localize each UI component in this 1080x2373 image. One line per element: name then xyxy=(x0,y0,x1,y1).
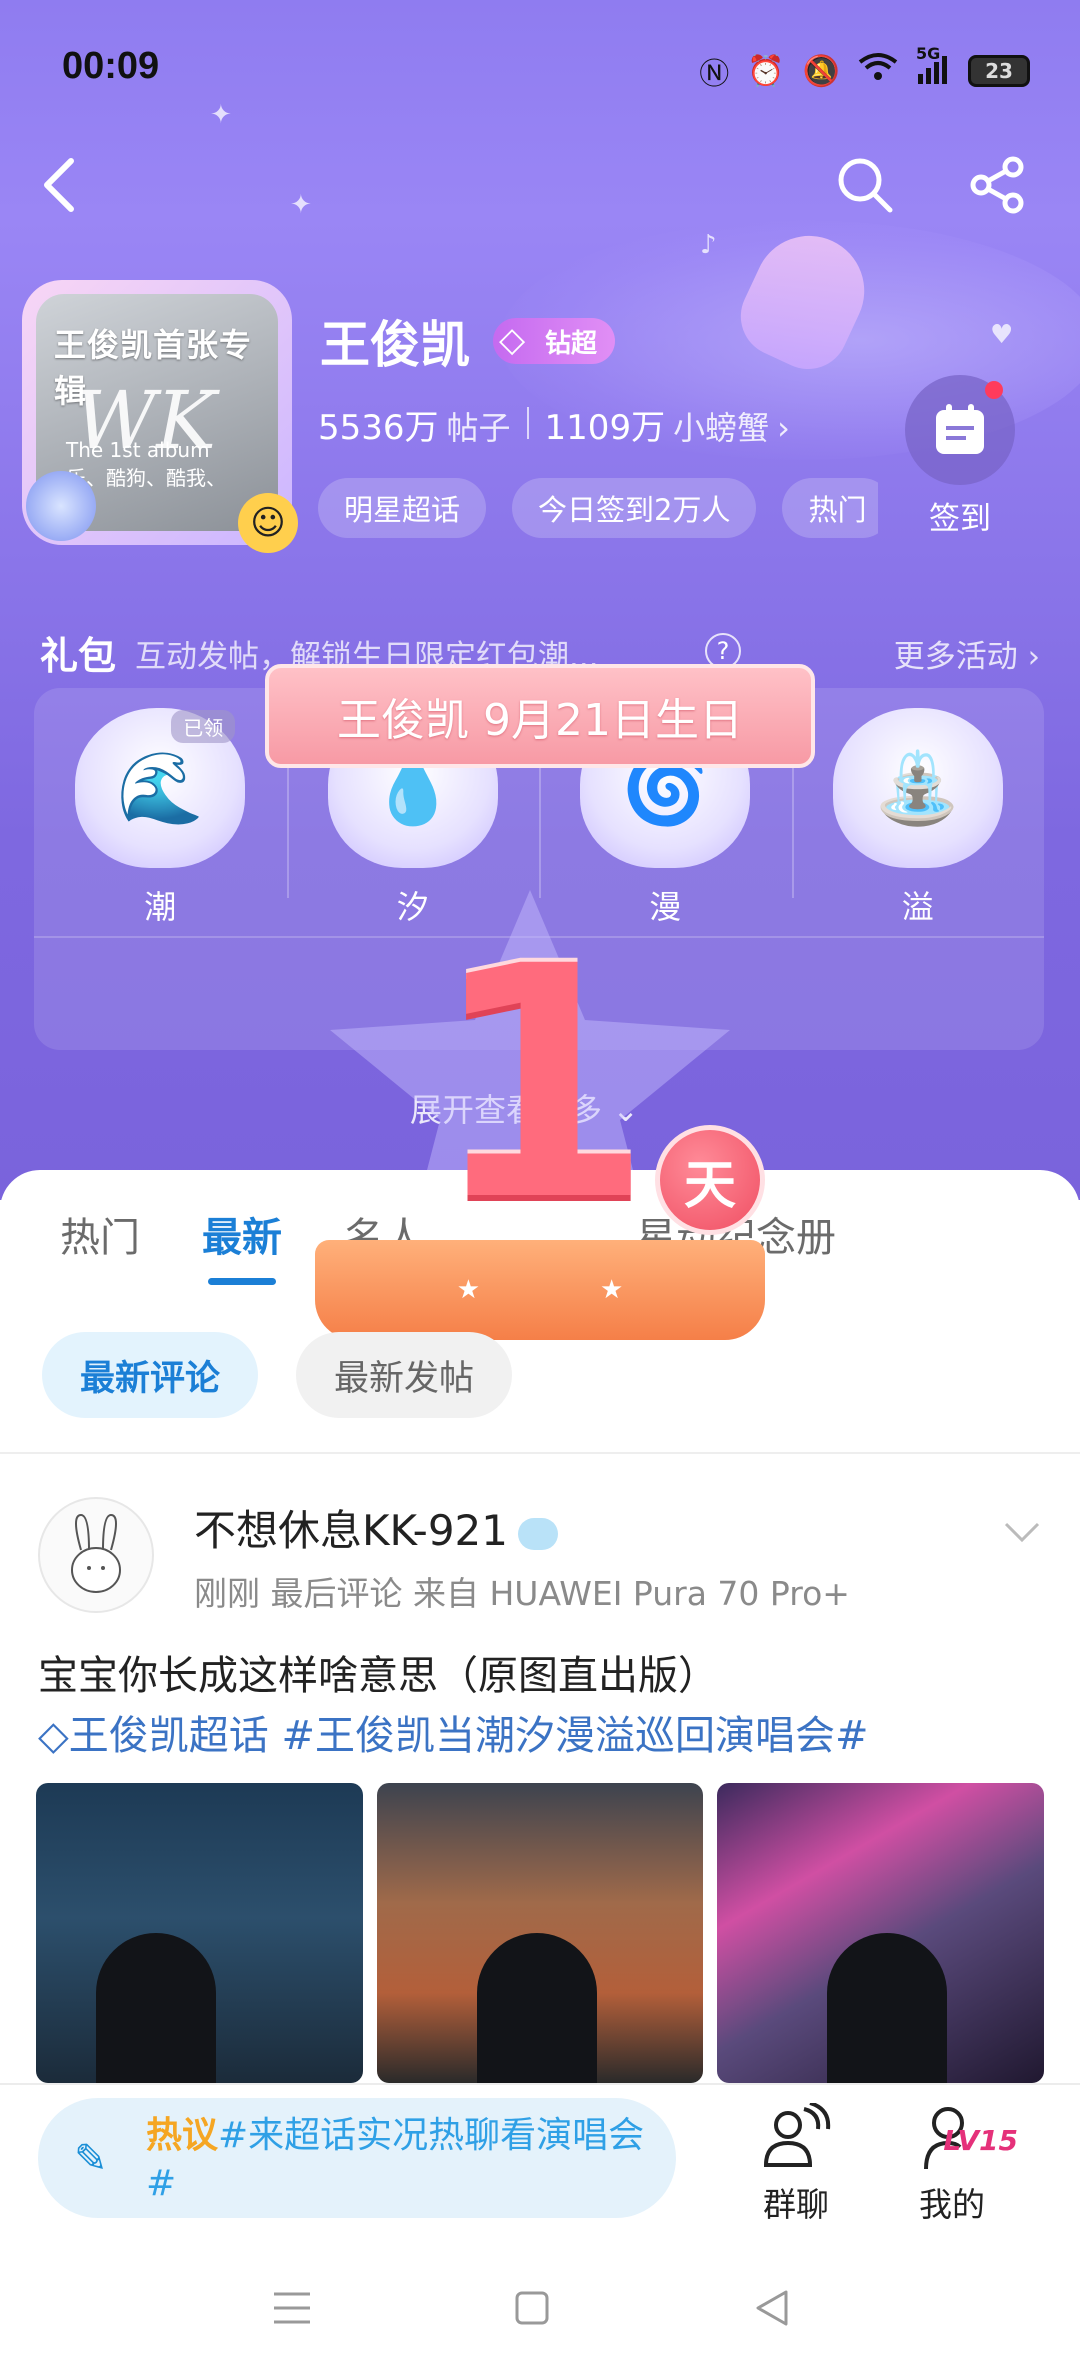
post-photos xyxy=(36,1783,1045,2083)
tab-latest[interactable]: 最新 xyxy=(202,1205,282,1285)
back-nav-icon[interactable] xyxy=(742,2283,802,2333)
performer-silhouette xyxy=(476,1933,597,2083)
level-badge: LV15 xyxy=(943,2124,1018,2157)
post-photo[interactable] xyxy=(376,1783,704,2083)
chip-star-topic[interactable]: 明星超话 xyxy=(318,478,487,538)
fans-count[interactable]: 1109万 xyxy=(545,400,666,449)
signal-icon: 5G xyxy=(916,44,950,88)
birthday-countdown-unit: 天 xyxy=(655,1125,765,1235)
signin-label: 签到 xyxy=(929,501,991,537)
topic-stats: 5536万 帖子 1109万 小螃蟹 › xyxy=(318,400,790,449)
nfc-icon: Ⓝ xyxy=(699,57,730,92)
status-bar: 00:09 Ⓝ ⏰ 🔕 5G 23 xyxy=(62,44,1030,95)
sparkle-icon: ♥ xyxy=(990,320,1014,350)
home-icon[interactable] xyxy=(502,2283,562,2333)
battery-icon: 23 xyxy=(968,55,1030,87)
mute-icon: 🔕 xyxy=(802,53,840,89)
post-tags[interactable]: ◇王俊凯超话 #王俊凯当潮汐漫溢巡回演唱会# xyxy=(38,1703,869,1761)
sub-tab-bar: 最新评论 最新发帖 xyxy=(42,1332,513,1418)
performer-silhouette xyxy=(827,1933,948,2083)
notification-dot xyxy=(985,381,1003,399)
claimed-badge: 已领 xyxy=(171,710,236,743)
diamond-icon: ◇ xyxy=(38,1713,69,1759)
section-divider xyxy=(0,1452,1080,1454)
gift-item[interactable]: ⛲ 溢 xyxy=(791,708,1045,968)
stats-separator xyxy=(526,407,529,439)
chevron-down-icon[interactable] xyxy=(1002,1512,1042,1552)
sparkle-icon: ♪ xyxy=(700,230,717,260)
posts-count: 5536万 xyxy=(318,408,439,448)
tab-hot[interactable]: 热门 xyxy=(60,1205,140,1263)
calendar-icon xyxy=(936,404,984,454)
vip-badge-icon xyxy=(518,1517,558,1550)
post-author[interactable]: 不想休息KK-921 xyxy=(194,1497,558,1558)
back-button[interactable] xyxy=(24,150,94,220)
chip-checkin-count[interactable]: 今日签到2万人 xyxy=(512,478,757,538)
avatar[interactable] xyxy=(38,1497,154,1613)
post-photo[interactable] xyxy=(36,1783,363,2083)
system-navigation xyxy=(0,2233,1080,2373)
alarm-icon: ⏰ xyxy=(747,53,785,89)
compose-placeholder: 热议#来超话实况热聊看演唱会# xyxy=(146,2115,645,2204)
birthday-banner: 王俊凯 9月21日生日 xyxy=(265,664,815,768)
subtab-latest-posts[interactable]: 最新发帖 xyxy=(296,1332,513,1418)
wave-icon: 🌊 已领 xyxy=(75,708,246,868)
emoji-icon: ☺ xyxy=(238,493,298,553)
gift-item-label: 溢 xyxy=(901,888,934,926)
diamond-icon: ◇ xyxy=(499,320,526,360)
pen-icon: ✎ xyxy=(74,2136,108,2182)
group-chat-icon xyxy=(736,2098,856,2178)
fountain-icon: ⛲ xyxy=(832,708,1003,868)
star-icon: ★ xyxy=(456,1275,480,1305)
mine-button[interactable]: LV15 我的 xyxy=(892,2098,1018,2226)
birthday-countdown-number: 1 xyxy=(430,899,653,1271)
star-icon: ★ xyxy=(600,1275,624,1305)
post-text: 宝宝你长成这样啥意思（原图直出版） xyxy=(38,1653,718,1699)
status-time: 00:09 xyxy=(62,45,160,87)
share-button[interactable] xyxy=(962,150,1032,220)
search-icon xyxy=(838,158,893,213)
rabbit-avatar-icon xyxy=(71,1513,121,1593)
profile-icon: LV15 xyxy=(892,2098,1018,2178)
sparkle-icon: ✦ xyxy=(290,190,312,220)
chevron-right-icon: › xyxy=(777,409,790,447)
topic-chips: 明星超话 今日签到2万人 热门 xyxy=(318,478,878,538)
fans-unit[interactable]: 小螃蟹 xyxy=(673,403,769,449)
album-subtitle: The 1st album 乐、酷狗、酷我、 xyxy=(66,438,226,490)
share-icon xyxy=(970,156,1024,214)
subtab-latest-comments[interactable]: 最新评论 xyxy=(42,1332,259,1418)
topic-avatar[interactable]: 王俊凯首张专辑 WK The 1st album 乐、酷狗、酷我、 ☺ xyxy=(22,280,298,553)
status-icons: Ⓝ ⏰ 🔕 5G 23 xyxy=(699,44,1030,93)
mine-label: 我的 xyxy=(919,2185,985,2224)
gift-title: 礼包 xyxy=(40,634,117,678)
posts-unit: 帖子 xyxy=(446,409,511,447)
compose-input[interactable]: ✎ 热议#来超话实况热聊看演唱会# xyxy=(38,2098,676,2218)
post-photo[interactable] xyxy=(717,1783,1045,2083)
signin-button[interactable]: 签到 xyxy=(900,375,1020,538)
disc-icon xyxy=(26,471,96,541)
post-meta: 刚刚 最后评论 来自 HUAWEI Pura 70 Pro+ xyxy=(194,1574,850,1613)
gift-item-label: 潮 xyxy=(144,888,177,926)
wifi-icon xyxy=(858,52,898,90)
super-level-badge[interactable]: ◇ 钻超 xyxy=(493,318,616,364)
chip-hot[interactable]: 热门 xyxy=(782,478,878,538)
group-chat-button[interactable]: 群聊 xyxy=(736,2098,856,2226)
performer-silhouette xyxy=(96,1933,216,2083)
sparkle-icon: ✦ xyxy=(210,100,232,130)
more-activities-link[interactable]: 更多活动 › xyxy=(894,631,1040,676)
birthday-ribbon: ★ ★ xyxy=(315,1240,765,1340)
group-chat-label: 群聊 xyxy=(763,2185,829,2224)
menu-icon[interactable] xyxy=(262,2283,322,2333)
signin-circle xyxy=(905,375,1015,485)
gift-item[interactable]: 🌊 已领 潮 xyxy=(34,708,287,968)
topic-name: 王俊凯 xyxy=(320,316,470,374)
search-button[interactable] xyxy=(830,150,900,220)
